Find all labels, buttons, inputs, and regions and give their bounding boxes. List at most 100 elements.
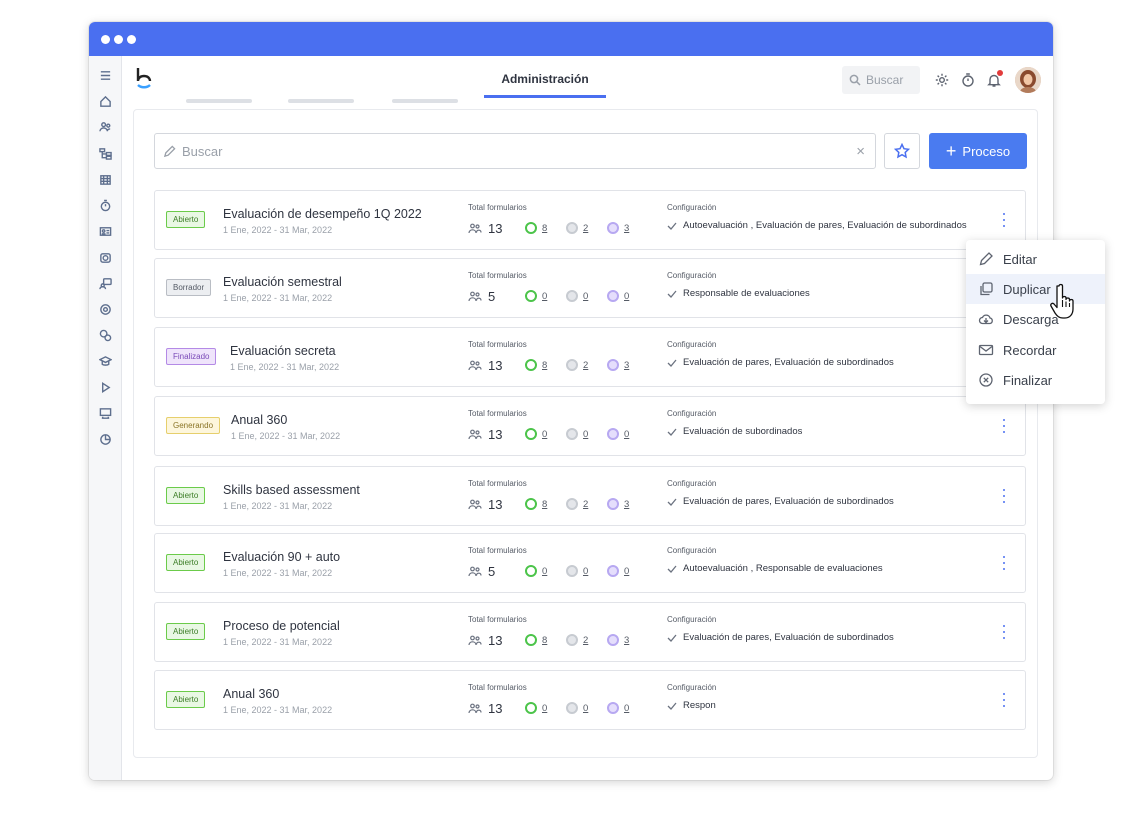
people-icon — [468, 635, 482, 645]
bell-icon[interactable] — [985, 70, 1003, 89]
pie-chart-icon[interactable] — [96, 430, 114, 448]
process-date: 1 Ene, 2022 - 31 Mar, 2022 — [223, 705, 333, 715]
more-options-icon[interactable] — [1001, 213, 1007, 227]
favorites-button[interactable] — [884, 133, 920, 169]
menu-item-finalizar[interactable]: Finalizar — [966, 365, 1105, 395]
home-icon[interactable] — [96, 92, 114, 110]
org-chart-icon[interactable] — [96, 144, 114, 162]
pending-count[interactable]: 0 — [566, 702, 588, 714]
graduation-icon[interactable] — [96, 352, 114, 370]
in-progress-count[interactable]: 0 — [607, 290, 629, 302]
process-row[interactable]: Finalizado Evaluación secreta 1 Ene, 2022 … — [154, 327, 1026, 387]
in-progress-count[interactable]: 0 — [607, 428, 629, 440]
completed-count[interactable]: 8 — [525, 222, 547, 234]
pending-count[interactable]: 2 — [566, 359, 588, 371]
process-title[interactable]: Anual 360 — [231, 413, 287, 427]
participants-count: 13 — [468, 358, 502, 373]
chat-icon[interactable] — [96, 326, 114, 344]
completed-count[interactable]: 0 — [525, 565, 547, 577]
alarm-icon[interactable] — [96, 248, 114, 266]
gear-icon[interactable] — [933, 71, 951, 89]
menu-item-editar[interactable]: Editar — [966, 244, 1105, 274]
calendar-icon[interactable] — [96, 170, 114, 188]
menu-icon[interactable] — [96, 66, 114, 84]
pending-value: 0 — [583, 290, 589, 302]
process-row[interactable]: Abierto Evaluación 90 + auto 1 Ene, 2022 -… — [154, 533, 1026, 593]
process-row[interactable]: Abierto Proceso de potencial 1 Ene, 2022 -… — [154, 602, 1026, 662]
top-search-input[interactable]: Buscar — [842, 66, 920, 94]
pending-count[interactable]: 0 — [566, 290, 588, 302]
process-row[interactable]: Abierto Evaluación de desempeño 1Q 2022 1 … — [154, 190, 1026, 250]
process-row[interactable]: Abierto Anual 360 1 Ene, 2022 - 31 Mar, 20… — [154, 670, 1026, 730]
clear-search-button[interactable]: × — [856, 143, 865, 160]
process-title[interactable]: Evaluación semestral — [223, 275, 342, 289]
stopwatch-icon[interactable] — [96, 196, 114, 214]
timer-icon[interactable] — [959, 71, 977, 89]
process-title[interactable]: Evaluación de desempeño 1Q 2022 — [223, 207, 422, 221]
process-row[interactable]: Abierto Skills based assessment 1 Ene, 202… — [154, 466, 1026, 526]
participants-count: 13 — [468, 427, 502, 442]
window-dot-3[interactable] — [127, 35, 136, 44]
configuration-value: Evaluación de subordinados — [667, 426, 802, 437]
process-title[interactable]: Skills based assessment — [223, 483, 360, 497]
in-progress-count[interactable]: 0 — [607, 702, 629, 714]
more-options-icon[interactable] — [1001, 625, 1007, 639]
in-progress-count[interactable]: 3 — [607, 359, 629, 371]
pending-count[interactable]: 2 — [566, 634, 588, 646]
pending-status-icon — [566, 498, 578, 510]
status-badge: Finalizado — [166, 348, 217, 365]
nav-tab-placeholder-2[interactable] — [288, 99, 354, 103]
menu-item-descarga[interactable]: Descarga — [966, 304, 1105, 334]
in-progress-status-icon — [607, 290, 619, 302]
in-progress-count[interactable]: 3 — [607, 634, 629, 646]
in-progress-count[interactable]: 3 — [607, 222, 629, 234]
in-progress-value: 3 — [624, 359, 630, 371]
pending-count[interactable]: 2 — [566, 222, 588, 234]
people-icon — [468, 499, 482, 509]
tab-administracion[interactable]: Administración — [484, 70, 606, 98]
id-card-icon[interactable] — [96, 222, 114, 240]
completed-count[interactable]: 8 — [525, 634, 547, 646]
more-options-icon[interactable] — [1001, 693, 1007, 707]
completed-count[interactable]: 8 — [525, 498, 547, 510]
menu-item-duplicar[interactable]: Duplicar — [966, 274, 1105, 304]
more-options-icon[interactable] — [1001, 489, 1007, 503]
new-process-button[interactable]: + Proceso — [929, 133, 1027, 169]
window-dot-1[interactable] — [101, 35, 110, 44]
more-options-icon[interactable] — [1001, 419, 1007, 433]
play-icon[interactable] — [96, 378, 114, 396]
search-input[interactable]: Buscar × — [154, 133, 876, 169]
presentation-icon[interactable] — [96, 404, 114, 422]
process-row[interactable]: Borrador Evaluación semestral 1 Ene, 2022 … — [154, 258, 1026, 318]
menu-item-label: Duplicar — [1003, 281, 1051, 297]
people-icon[interactable] — [96, 118, 114, 136]
in-progress-status-icon — [607, 222, 619, 234]
process-title[interactable]: Evaluación secreta — [230, 344, 336, 358]
process-title[interactable]: Proceso de potencial — [223, 619, 340, 633]
nav-tab-placeholder-3[interactable] — [392, 99, 458, 103]
in-progress-count[interactable]: 0 — [607, 565, 629, 577]
avatar[interactable] — [1015, 67, 1041, 93]
completed-count[interactable]: 0 — [525, 702, 547, 714]
completed-status-icon — [525, 702, 537, 714]
in-progress-count[interactable]: 3 — [607, 498, 629, 510]
more-options-icon[interactable] — [1001, 556, 1007, 570]
feedback-icon[interactable] — [96, 274, 114, 292]
logo-icon[interactable] — [134, 65, 156, 93]
pending-count[interactable]: 0 — [566, 428, 588, 440]
target-icon[interactable] — [96, 300, 114, 318]
process-date: 1 Ene, 2022 - 31 Mar, 2022 — [223, 568, 333, 578]
participants-count: 13 — [468, 497, 502, 512]
people-icon — [468, 291, 482, 301]
menu-item-recordar[interactable]: Recordar — [966, 335, 1105, 365]
pending-count[interactable]: 2 — [566, 498, 588, 510]
completed-count[interactable]: 0 — [525, 290, 547, 302]
window-dot-2[interactable] — [114, 35, 123, 44]
completed-count[interactable]: 8 — [525, 359, 547, 371]
process-title[interactable]: Anual 360 — [223, 687, 279, 701]
pending-count[interactable]: 0 — [566, 565, 588, 577]
process-title[interactable]: Evaluación 90 + auto — [223, 550, 340, 564]
nav-tab-placeholder-1[interactable] — [186, 99, 252, 103]
completed-count[interactable]: 0 — [525, 428, 547, 440]
process-row[interactable]: Generando Anual 360 1 Ene, 2022 - 31 Mar, … — [154, 396, 1026, 456]
